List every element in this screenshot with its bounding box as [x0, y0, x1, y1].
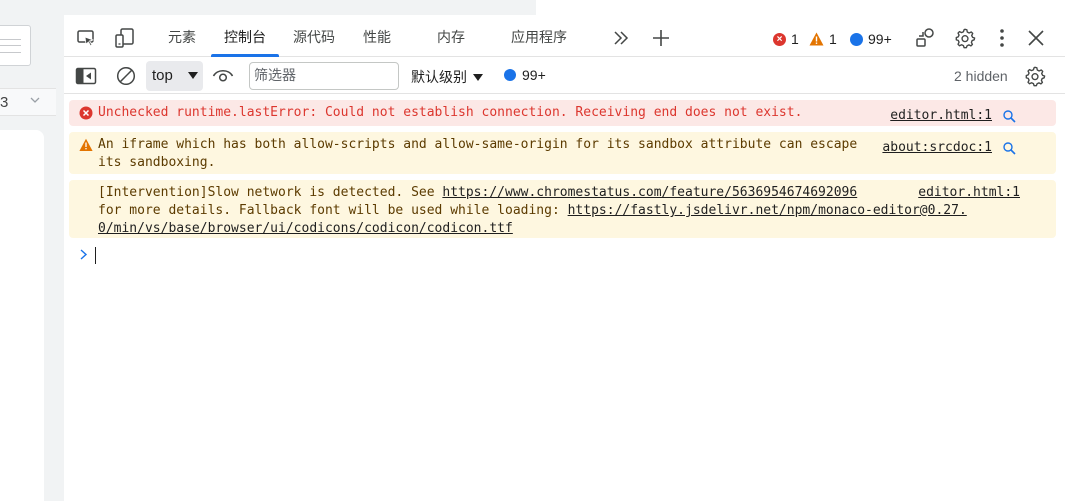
device-toolbar-icon[interactable] — [114, 27, 136, 49]
console-message-intervention[interactable]: [Intervention]Slow network is detected. … — [69, 180, 1056, 238]
tab-elements[interactable]: 元素 — [166, 27, 198, 57]
tab-sources[interactable]: 源代码 — [290, 27, 338, 57]
sidebar-toggle-icon[interactable] — [75, 65, 97, 87]
settings-gear-icon[interactable] — [954, 27, 976, 49]
chevron-down-icon — [30, 97, 40, 103]
message-source-link[interactable]: editor.html:1 — [890, 107, 992, 125]
page-input-fragment[interactable] — [0, 25, 31, 66]
clear-console-icon[interactable] — [115, 65, 137, 87]
console-message-error[interactable]: Unchecked runtime.lastError: Could not e… — [69, 100, 1056, 126]
warning-icon — [79, 138, 93, 151]
search-icon[interactable] — [1002, 109, 1016, 123]
filter-input[interactable] — [249, 62, 399, 90]
warning-count-badge[interactable]: 1 — [809, 31, 837, 47]
close-icon[interactable] — [1025, 27, 1047, 49]
page-fragment-text: 3 — [0, 94, 9, 111]
live-expression-eye-icon[interactable] — [212, 65, 234, 87]
message-text: [Intervention]Slow network is detected. … — [98, 185, 443, 200]
context-select[interactable]: top — [146, 61, 203, 91]
page-select-fragment[interactable]: 3 — [0, 88, 56, 116]
add-tab-icon[interactable] — [650, 27, 672, 49]
error-icon: × — [773, 32, 786, 46]
tab-console[interactable]: 控制台 — [211, 27, 279, 57]
console-message-warning[interactable]: An iframe which has both allow-scripts a… — [69, 132, 1056, 174]
more-options-icon[interactable] — [991, 27, 1013, 49]
error-icon — [79, 106, 93, 120]
message-source-link[interactable]: about:srcdoc:1 — [882, 139, 992, 157]
chromestatus-link[interactable]: https://www.chromestatus.com/feature/563… — [442, 185, 857, 200]
tab-application[interactable]: 应用程序 — [508, 27, 570, 57]
message-text: An iframe which has both allow-scripts a… — [98, 137, 866, 170]
message-icon — [850, 32, 863, 46]
log-levels-dropdown[interactable]: 默认级别 — [411, 67, 483, 87]
dropdown-arrow-icon — [188, 72, 198, 79]
inspect-element-icon[interactable] — [75, 27, 97, 49]
customize-icon[interactable] — [914, 27, 936, 49]
search-icon[interactable] — [1002, 141, 1016, 155]
tab-memory[interactable]: 内存 — [435, 27, 467, 57]
more-tabs-icon[interactable] — [610, 27, 632, 49]
message-text: Unchecked runtime.lastError: Could not e… — [98, 105, 803, 120]
console-toolbar: top 默认级别 99+ 2 hidden — [64, 58, 1065, 94]
page-card-fragment — [0, 130, 44, 501]
message-source-link[interactable]: editor.html:1 — [918, 184, 1020, 202]
hidden-count[interactable]: 2 hidden — [954, 68, 1008, 84]
message-text-cont: for more details. Fallback font will be … — [98, 203, 568, 218]
dropdown-arrow-icon — [473, 73, 483, 81]
toolbar-messages-count[interactable]: 99+ — [504, 67, 546, 83]
message-icon — [504, 69, 516, 81]
warning-icon — [809, 32, 824, 46]
console-settings-gear-icon[interactable] — [1024, 65, 1046, 87]
console-messages: Unchecked runtime.lastError: Could not e… — [69, 100, 1056, 244]
tab-performance[interactable]: 性能 — [361, 27, 393, 57]
devtools-tabbar: 元素 控制台 源代码 性能 内存 应用程序 × 1 1 99+ — [64, 15, 1065, 57]
page-left-fragment: 3 — [0, 0, 64, 501]
codicon-font-link-cont[interactable]: 0/min/vs/base/browser/ui/codicons/codico… — [98, 221, 513, 236]
messages-count-badge[interactable]: 99+ — [850, 31, 892, 47]
console-input-caret[interactable] — [95, 247, 96, 264]
codicon-font-link[interactable]: https://fastly.jsdelivr.net/npm/monaco-e… — [568, 203, 967, 218]
error-count-badge[interactable]: × 1 — [773, 31, 799, 47]
